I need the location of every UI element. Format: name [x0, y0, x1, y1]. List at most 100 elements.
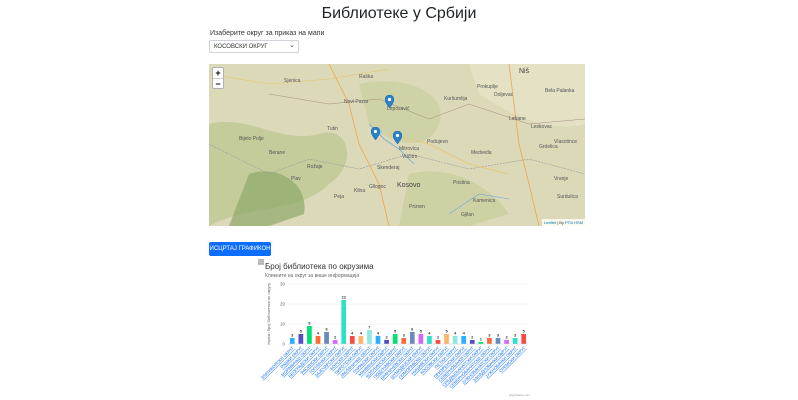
bar-data-label: 4: [428, 331, 431, 336]
chart-bar[interactable]: [461, 336, 467, 344]
chart-bar[interactable]: [427, 336, 432, 344]
leaflet-link[interactable]: Leaflet: [544, 220, 556, 225]
zoom-in-button[interactable]: +: [213, 68, 223, 78]
bar-data-label: 5: [445, 329, 448, 334]
map-label: Kosovo: [397, 182, 421, 189]
draw-chart-button[interactable]: ИСЦРТАЈ ГРАФИКОН: [209, 242, 271, 256]
map-label: Tutin: [327, 126, 338, 132]
chart-bar[interactable]: [435, 340, 441, 344]
bar-data-label: 2: [471, 335, 474, 340]
chart-bar[interactable]: [367, 330, 372, 344]
y-tick-label: 20: [280, 302, 286, 307]
chart-bar[interactable]: [307, 326, 312, 344]
map-label: Bela Palanka: [545, 88, 575, 94]
map-label: Kuršumlija: [444, 96, 468, 102]
chart-bar[interactable]: [392, 334, 398, 344]
chart-bar[interactable]: [521, 334, 527, 344]
bar-data-label: 2: [505, 335, 508, 340]
chart-bar[interactable]: [341, 300, 347, 344]
map-label: Prokuplje: [477, 84, 498, 90]
bar-data-label: 9: [308, 321, 311, 326]
tiles-source-link[interactable]: PTN HSM: [565, 220, 583, 225]
chart-bar[interactable]: [504, 340, 509, 344]
chart-bar[interactable]: [375, 336, 381, 344]
map-label: Raška: [359, 74, 374, 80]
bar-data-label: 5: [300, 329, 303, 334]
map-label: Leskovac: [531, 124, 553, 130]
chart-container: Број библиотека по окрузима Кликните на …: [258, 259, 533, 400]
bar-data-label: 3: [497, 333, 500, 338]
bar-data-label: 6: [411, 327, 414, 332]
map-label: Peja: [334, 194, 345, 200]
map-label: Novi Pazar: [344, 99, 369, 105]
bar-data-label: 3: [488, 333, 491, 338]
chart-bar[interactable]: [452, 336, 458, 344]
map-label: Vučitrn: [402, 154, 418, 160]
chart-bar[interactable]: [384, 340, 389, 344]
chart-bar[interactable]: [358, 336, 364, 344]
chart-bar[interactable]: [418, 334, 424, 344]
bar-data-label: 3: [291, 333, 294, 338]
map-label: Sjenica: [284, 78, 301, 84]
bar-data-label: 1: [480, 337, 483, 342]
map-label: Vranje: [554, 176, 569, 182]
chart-bar[interactable]: [495, 338, 501, 344]
bar-data-label: 4: [377, 331, 380, 336]
bar-data-label: 22: [341, 295, 346, 300]
bar-data-label: 5: [523, 329, 526, 334]
district-select-label: Изаберите округ за приказ на мапи: [210, 30, 325, 37]
map-label: Rožaje: [307, 164, 323, 170]
bar-data-label: 2: [437, 335, 440, 340]
map-label: Bijelo Polje: [239, 136, 264, 142]
chart-bar[interactable]: [469, 340, 475, 344]
map-label: Prizren: [409, 204, 425, 210]
map-label: Skenderaj: [377, 165, 400, 171]
map-view[interactable]: + − Niš Sjenica Raška Novi Pazar Leposav…: [209, 64, 585, 226]
bar-data-label: 3: [514, 333, 517, 338]
chart-bar[interactable]: [289, 338, 295, 344]
zoom-out-button[interactable]: −: [213, 78, 223, 89]
bar-data-label: 4: [454, 331, 457, 336]
map-label: Kamenica: [473, 198, 496, 204]
map-label: Mitrovica: [399, 146, 420, 152]
bar-data-label: 4: [351, 331, 354, 336]
map-marker-icon[interactable]: [385, 95, 394, 108]
chart-bar[interactable]: [409, 332, 415, 344]
bar-data-label: 2: [385, 335, 388, 340]
bar-data-label: 7: [368, 325, 371, 330]
map-marker-icon[interactable]: [393, 131, 402, 144]
district-select-value: КОСОВСКИ ОКРУГ: [214, 44, 268, 50]
map-label: Gllogoc: [369, 184, 386, 190]
y-tick-label: 10: [280, 322, 286, 327]
map-tiles: [209, 64, 585, 226]
bar-data-label: 2: [334, 335, 337, 340]
map-label: Medveđa: [471, 150, 492, 156]
map-label: Klina: [354, 188, 366, 194]
map-label: Surdulica: [557, 194, 578, 200]
map-label: Podujevo: [427, 139, 448, 145]
zoom-control: + −: [212, 67, 224, 89]
chart-bar[interactable]: [332, 340, 338, 344]
chart-bar[interactable]: [444, 334, 449, 344]
chart-bar[interactable]: [324, 332, 329, 344]
bar-data-label: 4: [463, 331, 466, 336]
chart-bar[interactable]: [401, 338, 407, 344]
chart-bar[interactable]: [487, 338, 492, 344]
map-marker-icon[interactable]: [371, 127, 380, 140]
chart-credits: Highcharts.com: [509, 393, 530, 397]
chart-bar[interactable]: [298, 334, 304, 344]
map-label: Pristina: [453, 180, 470, 186]
bar-data-label: 5: [394, 329, 397, 334]
district-select[interactable]: КОСОВСКИ ОКРУГ ⌄: [209, 40, 299, 53]
y-axis-title: Укупан број библиотека по округу: [266, 283, 271, 345]
bar-data-label: 5: [420, 329, 423, 334]
chart-bar[interactable]: [349, 336, 355, 344]
map-label: Niš: [519, 68, 530, 75]
bar-data-label: 4: [317, 331, 320, 336]
map-label: Berane: [269, 150, 286, 156]
chevron-down-icon: ⌄: [289, 42, 295, 49]
chart-bar[interactable]: [315, 336, 321, 344]
chart-bar[interactable]: [512, 338, 518, 344]
bar-chart: 0 10 20 30 Укупан број библиотека по округу 3…: [260, 282, 528, 389]
page-title: Библиотеке у Србији: [321, 5, 477, 22]
